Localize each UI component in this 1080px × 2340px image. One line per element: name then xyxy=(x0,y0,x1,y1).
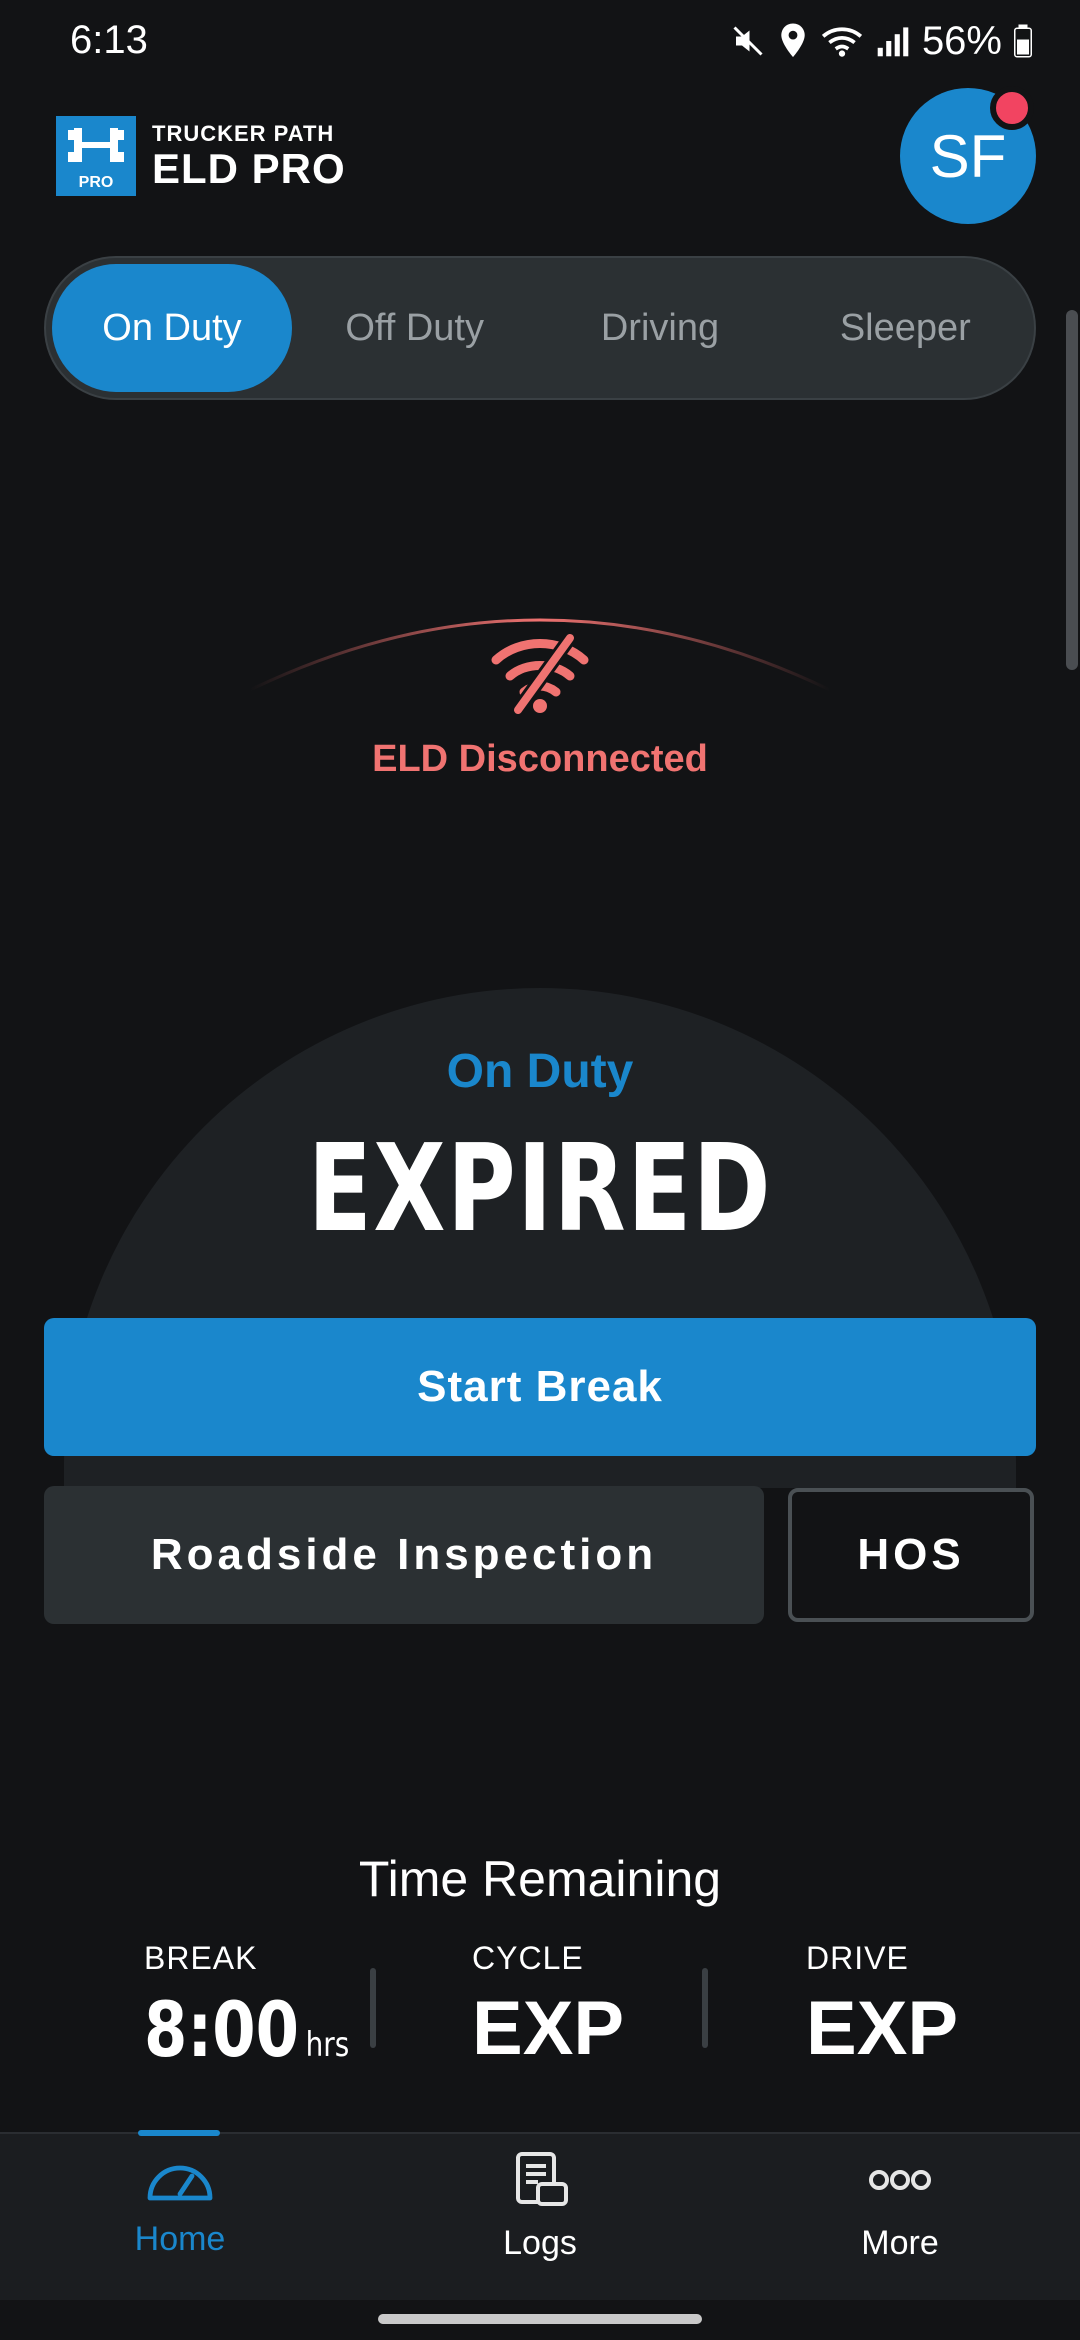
current-duty-label: On Duty xyxy=(446,1045,634,1098)
notification-dot xyxy=(990,86,1034,130)
tab-sleeper[interactable]: Sleeper xyxy=(783,264,1028,392)
metric-cycle: CYCLE EXP xyxy=(472,1940,624,2072)
duty-status-tabs: On Duty Off Duty Driving Sleeper xyxy=(44,256,1036,400)
metric-drive: DRIVE EXP xyxy=(806,1940,958,2072)
more-icon xyxy=(869,2170,931,2190)
tab-on-duty[interactable]: On Duty xyxy=(52,264,292,392)
metric-value: EXP xyxy=(806,1986,959,2071)
current-duty-value: EXPIRED xyxy=(307,1120,773,1259)
start-break-button[interactable]: Start Break xyxy=(44,1318,1036,1456)
logo-mark: PRO xyxy=(56,116,136,196)
metric-label: CYCLE xyxy=(472,1940,584,1976)
nav-home[interactable]: Home xyxy=(0,2150,360,2259)
battery-icon xyxy=(1014,24,1032,58)
eld-connection-status: ELD Disconnected xyxy=(372,738,708,780)
nav-logs[interactable]: Logs xyxy=(360,2150,720,2263)
metric-value: EXP xyxy=(472,1986,625,2071)
home-indicator[interactable] xyxy=(378,2314,702,2324)
signal-icon xyxy=(877,27,909,57)
metric-unit: hrs xyxy=(305,2025,350,2065)
wifi-icon xyxy=(821,27,863,57)
speedometer-icon xyxy=(147,2165,213,2201)
nav-label: More xyxy=(861,2224,939,2262)
metric-value: 8:00 xyxy=(144,1985,300,2074)
logs-icon xyxy=(516,2152,568,2206)
scrollbar[interactable] xyxy=(1066,310,1078,670)
metric-divider xyxy=(370,1968,376,2048)
roadside-inspection-button[interactable]: Roadside Inspection xyxy=(44,1486,764,1624)
status-time: 6:13 xyxy=(70,18,148,62)
metric-break: BREAK 8:00 hrs xyxy=(144,1940,394,2074)
location-icon xyxy=(781,23,805,58)
metric-divider xyxy=(702,1968,708,2048)
logo-badge: PRO xyxy=(78,174,114,191)
logo-title: ELD PRO xyxy=(152,145,346,192)
nav-label: Logs xyxy=(503,2224,577,2262)
nav-more[interactable]: More xyxy=(720,2150,1080,2263)
mute-icon xyxy=(733,26,763,56)
app-logo: PRO TRUCKER PATH ELD PRO xyxy=(56,116,346,196)
metric-label: DRIVE xyxy=(806,1940,909,1976)
battery-percent: 56% xyxy=(921,18,1002,63)
status-icons: 56% xyxy=(730,16,1032,66)
tab-off-duty[interactable]: Off Duty xyxy=(292,264,537,392)
metric-label: BREAK xyxy=(144,1940,258,1976)
hos-button[interactable]: HOS xyxy=(788,1488,1034,1622)
time-remaining-title: Time Remaining xyxy=(358,1851,722,1907)
logo-subtitle: TRUCKER PATH xyxy=(152,121,335,146)
wifi-off-icon xyxy=(491,633,589,714)
nav-active-indicator xyxy=(138,2130,220,2136)
tab-driving[interactable]: Driving xyxy=(537,264,782,392)
nav-label: Home xyxy=(134,2220,226,2258)
